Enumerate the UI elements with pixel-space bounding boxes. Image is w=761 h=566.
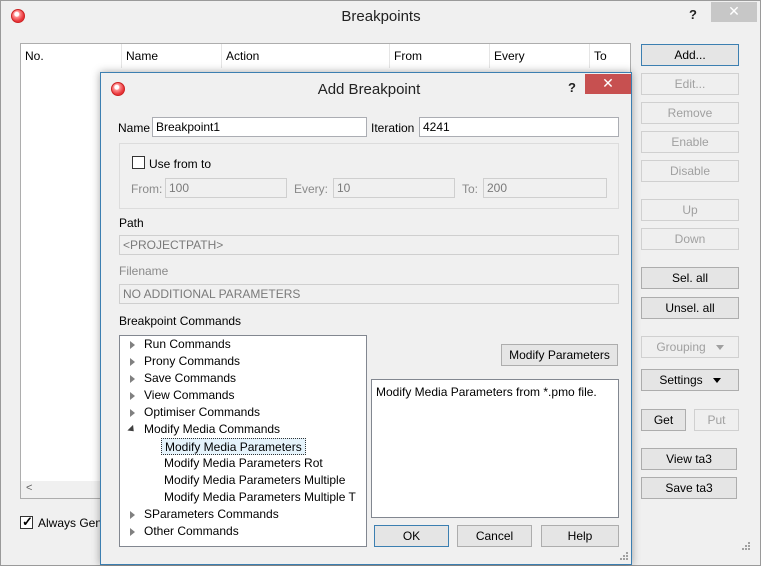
put-button[interactable]: Put: [694, 409, 739, 431]
path-input[interactable]: <PROJECTPATH>: [119, 235, 619, 255]
dialog-title-bar: Add Breakpoint ? ✕: [101, 73, 631, 104]
column-header-to[interactable]: To: [590, 44, 630, 68]
save-ta3-button[interactable]: Save ta3: [641, 477, 737, 499]
tree-item-view-commands[interactable]: View Commands: [144, 387, 234, 404]
iteration-label: Iteration: [371, 121, 415, 135]
edit-button[interactable]: Edit...: [641, 73, 739, 95]
name-label: Name: [118, 121, 151, 135]
disable-button[interactable]: Disable: [641, 160, 739, 182]
tree-item-other-commands[interactable]: Other Commands: [144, 523, 239, 540]
window-title: Breakpoints: [341, 8, 421, 25]
always-generate-checkbox[interactable]: [20, 514, 33, 530]
chevron-down-icon: [712, 378, 721, 384]
settings-dropdown[interactable]: Settings: [641, 369, 739, 391]
column-header-every[interactable]: Every: [490, 44, 590, 68]
column-header-no[interactable]: No.: [21, 44, 122, 68]
help-icon[interactable]: ?: [689, 7, 697, 22]
from-to-group: [119, 143, 619, 209]
help-button[interactable]: Help: [541, 525, 619, 547]
select-all-button[interactable]: Sel. all: [641, 267, 739, 289]
cancel-button[interactable]: Cancel: [457, 525, 532, 547]
remove-button[interactable]: Remove: [641, 102, 739, 124]
enable-button[interactable]: Enable: [641, 131, 739, 153]
every-label: Every:: [294, 182, 329, 196]
chevron-down-icon: [715, 345, 724, 351]
expand-icon[interactable]: [130, 511, 135, 519]
use-from-to-label: Use from to: [149, 157, 212, 171]
to-label: To:: [462, 182, 479, 196]
expand-icon[interactable]: [130, 528, 135, 536]
column-header-from[interactable]: From: [390, 44, 490, 68]
tree-item-modify-media-parameters-multiple[interactable]: Modify Media Parameters Multiple: [164, 472, 345, 489]
resize-grip-icon[interactable]: [619, 551, 629, 561]
command-description: Modify Media Parameters from *.pmo file.: [371, 379, 619, 518]
column-header-action[interactable]: Action: [222, 44, 390, 68]
help-icon[interactable]: ?: [568, 80, 576, 95]
commands-tree[interactable]: Run Commands Prony Commands Save Command…: [119, 335, 367, 547]
resize-grip-icon[interactable]: [741, 541, 751, 551]
view-ta3-button[interactable]: View ta3: [641, 448, 737, 470]
unselect-all-button[interactable]: Unsel. all: [641, 297, 739, 319]
modify-parameters-button[interactable]: Modify Parameters: [501, 344, 618, 366]
up-button[interactable]: Up: [641, 199, 739, 221]
down-button[interactable]: Down: [641, 228, 739, 250]
dialog-title: Add Breakpoint: [317, 81, 421, 98]
expand-icon[interactable]: [130, 341, 135, 349]
grouping-label: Grouping: [656, 340, 706, 354]
tree-item-save-commands[interactable]: Save Commands: [144, 370, 236, 387]
tree-item-modify-media-parameters-multiple-t[interactable]: Modify Media Parameters Multiple T: [164, 489, 356, 506]
iteration-input[interactable]: 4241: [419, 117, 619, 137]
column-header-name[interactable]: Name: [122, 44, 222, 68]
ok-button[interactable]: OK: [374, 525, 449, 547]
filename-input[interactable]: NO ADDITIONAL PARAMETERS: [119, 284, 619, 304]
dialog-close-button[interactable]: ✕: [585, 74, 631, 94]
tree-item-sparameters-commands[interactable]: SParameters Commands: [144, 506, 279, 523]
collapse-icon[interactable]: [127, 424, 137, 435]
tree-item-prony-commands[interactable]: Prony Commands: [144, 353, 240, 370]
from-label: From:: [131, 182, 163, 196]
expand-icon[interactable]: [130, 392, 135, 400]
every-input[interactable]: 10: [333, 178, 455, 198]
add-breakpoint-dialog: Add Breakpoint ? ✕ Name Breakpoint1 Iter…: [100, 72, 632, 565]
tree-item-modify-media-parameters[interactable]: Modify Media Parameters: [161, 438, 306, 455]
breakpoint-commands-label: Breakpoint Commands: [119, 314, 242, 328]
expand-icon[interactable]: [130, 409, 135, 417]
to-input[interactable]: 200: [483, 178, 607, 198]
grouping-dropdown[interactable]: Grouping: [641, 336, 739, 358]
name-input[interactable]: Breakpoint1: [152, 117, 367, 137]
close-button[interactable]: ✕: [711, 2, 757, 22]
tree-item-run-commands[interactable]: Run Commands: [144, 336, 231, 353]
filename-label: Filename: [119, 264, 169, 278]
app-icon: [111, 82, 125, 96]
get-button[interactable]: Get: [641, 409, 686, 431]
add-button[interactable]: Add...: [641, 44, 739, 66]
use-from-to-checkbox[interactable]: [132, 156, 145, 169]
tree-item-modify-media-parameters-rot[interactable]: Modify Media Parameters Rot: [164, 455, 323, 472]
scroll-left-icon[interactable]: <: [26, 482, 32, 494]
path-label: Path: [119, 216, 144, 230]
from-input[interactable]: 100: [165, 178, 287, 198]
expand-icon[interactable]: [130, 358, 135, 366]
tree-item-optimiser-commands[interactable]: Optimiser Commands: [144, 404, 260, 421]
expand-icon[interactable]: [130, 375, 135, 383]
title-bar: Breakpoints ? ✕: [1, 1, 760, 33]
app-icon: [11, 9, 25, 23]
tree-item-modify-media-commands[interactable]: Modify Media Commands: [144, 421, 280, 438]
settings-label: Settings: [659, 373, 703, 387]
